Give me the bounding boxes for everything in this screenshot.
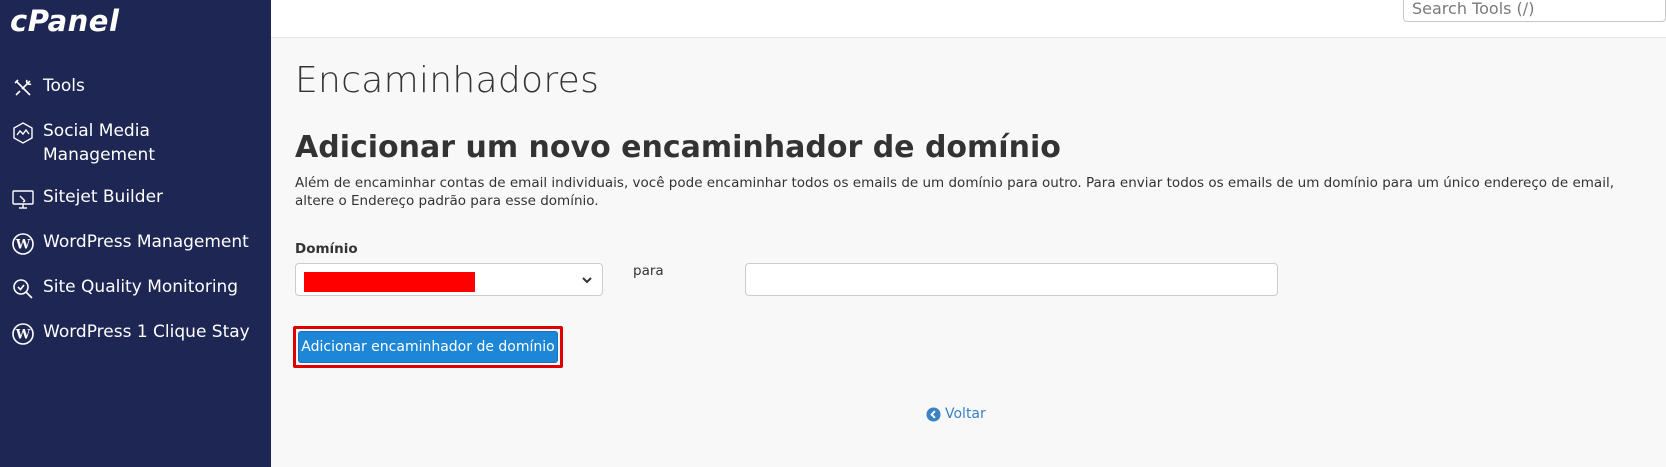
arrow-left-circle-icon: [926, 406, 941, 422]
sidebar-item-tools[interactable]: Tools: [0, 70, 271, 105]
sidebar-item-wordpress-1-clique[interactable]: W WordPress 1 Clique Stay: [0, 316, 271, 351]
back-link[interactable]: Voltar: [926, 406, 986, 422]
search-input[interactable]: [1403, 0, 1666, 22]
site-quality-icon: [10, 276, 36, 302]
sidebar-item-label: Tools: [43, 76, 85, 96]
sidebar-item-site-quality[interactable]: Site Quality Monitoring: [0, 271, 271, 306]
domain-select[interactable]: [295, 263, 603, 296]
sidebar: cPanel Tools Social Media Management Sit…: [0, 0, 271, 467]
destination-domain-input[interactable]: [745, 263, 1278, 296]
svg-text:W: W: [15, 328, 31, 343]
cpanel-logo[interactable]: cPanel: [10, 4, 119, 38]
sitejet-icon: [10, 186, 36, 212]
sidebar-item-sitejet[interactable]: Sitejet Builder: [0, 181, 271, 216]
chevron-down-icon: [582, 277, 592, 284]
page-title: Encaminhadores: [295, 60, 600, 101]
redacted-domain-value: [304, 272, 475, 292]
sidebar-item-label: Site Quality Monitoring: [43, 277, 239, 297]
social-media-icon: [10, 120, 36, 146]
tools-icon: [10, 75, 36, 101]
sidebar-item-label: WordPress Management: [43, 232, 249, 252]
sidebar-item-label: Social Media Management: [43, 121, 155, 165]
back-link-label: Voltar: [945, 406, 986, 422]
sidebar-item-wordpress-management[interactable]: W WordPress Management: [0, 226, 271, 261]
add-domain-forwarder-button[interactable]: Adicionar encaminhador de domínio: [298, 331, 558, 363]
wordpress-icon: W: [10, 321, 36, 347]
sidebar-item-label: Sitejet Builder: [43, 187, 164, 207]
section-title: Adicionar um novo encaminhador de domíni…: [295, 130, 1061, 165]
to-label: para: [633, 263, 664, 279]
wordpress-icon: W: [10, 231, 36, 257]
description-text: Além de encaminhar contas de email indiv…: [295, 175, 1614, 209]
domain-label: Domínio: [295, 241, 358, 257]
sidebar-nav: Tools Social Media Management Sitejet Bu…: [0, 70, 271, 351]
sidebar-item-label: WordPress 1 Clique Stay: [43, 322, 250, 342]
sidebar-item-social-media[interactable]: Social Media Management: [0, 115, 271, 171]
svg-text:W: W: [15, 238, 31, 253]
highlight-box: Adicionar encaminhador de domínio: [293, 326, 563, 368]
